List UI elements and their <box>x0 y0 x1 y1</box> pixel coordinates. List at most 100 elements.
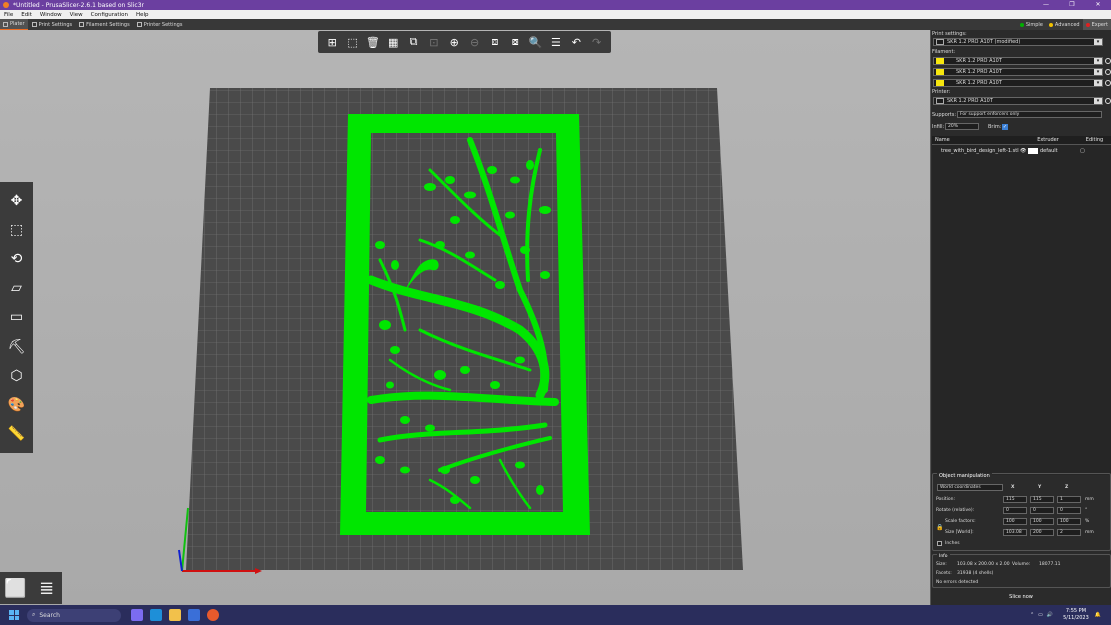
menu-file[interactable]: File <box>0 12 17 18</box>
start-button-icon[interactable] <box>9 610 19 620</box>
filament-select-1[interactable]: SKR 1.2 PRO A10T ▾ <box>933 57 1103 65</box>
scale-x-field[interactable]: 100 <box>1003 518 1027 525</box>
seam-paint-icon[interactable]: ⬡ <box>5 364 29 388</box>
add-instance-icon[interactable]: ⊕ <box>446 34 462 50</box>
measure-icon[interactable]: 📏 <box>5 422 29 446</box>
filament-settings-gear-icon[interactable] <box>1105 58 1111 64</box>
column-editing[interactable]: Editing <box>1078 137 1111 143</box>
split-parts-icon[interactable]: ⧇ <box>507 34 523 50</box>
file-explorer-icon[interactable] <box>169 609 181 621</box>
scale-icon[interactable]: ⬚ <box>5 218 29 242</box>
volume-icon[interactable]: 🔊 <box>1047 612 1053 618</box>
mode-advanced[interactable]: Advanced <box>1046 22 1083 28</box>
print-bed-scene <box>178 88 743 574</box>
minimize-button[interactable]: — <box>1033 0 1059 10</box>
delete-icon[interactable]: ⬚ <box>345 34 361 50</box>
support-paint-icon[interactable]: ⛏ <box>5 335 29 359</box>
infill-select[interactable]: 20% <box>945 123 979 130</box>
cut-icon[interactable]: ▭ <box>5 305 29 329</box>
size-x-field[interactable]: 103.08 <box>1003 529 1027 536</box>
store-icon[interactable] <box>188 609 200 621</box>
remove-instance-icon[interactable]: ⊖ <box>467 34 483 50</box>
taskbar-search[interactable]: ⌕ Search <box>27 608 121 622</box>
menu-edit[interactable]: Edit <box>17 12 36 18</box>
plater-icon <box>3 21 8 27</box>
position-y-field[interactable]: 115 <box>1030 496 1054 503</box>
infill-label: Infill: <box>932 124 945 130</box>
undo-icon[interactable]: ↶ <box>568 34 584 50</box>
edge-icon[interactable] <box>150 609 162 621</box>
rotate-icon[interactable]: ⟲ <box>5 247 29 271</box>
printer-profile-select[interactable]: SKR 1.2 PRO A10T ▾ <box>933 97 1103 105</box>
scale-z-field[interactable]: 100 <box>1057 518 1081 525</box>
3d-view-icon[interactable]: ⬜ <box>3 575 29 601</box>
copy-icon[interactable]: ⧉ <box>406 34 422 50</box>
notifications-icon[interactable]: 🔔 <box>1095 612 1101 618</box>
tab-bar: Plater Print Settings Filament Settings … <box>0 19 1111 30</box>
slice-now-button[interactable]: Slice now <box>931 590 1111 604</box>
preview-icon[interactable]: ≣ <box>34 575 60 601</box>
size-z-field[interactable]: 2 <box>1057 529 1081 536</box>
tab-print-settings[interactable]: Print Settings <box>29 19 76 30</box>
lock-icon[interactable]: 🔒 <box>936 524 943 531</box>
add-icon[interactable]: ⊞ <box>324 34 340 50</box>
mmu-paint-icon[interactable]: 🎨 <box>5 393 29 417</box>
object-list-header: Name Extruder Editing <box>932 136 1111 145</box>
close-button[interactable]: ✕ <box>1085 0 1111 10</box>
search-icon[interactable]: 🔍 <box>528 34 544 50</box>
filament-settings-gear-icon[interactable] <box>1105 69 1111 75</box>
mode-switcher: Simple Advanced Expert <box>1017 19 1111 30</box>
tab-filament-settings[interactable]: Filament Settings <box>76 19 133 30</box>
maximize-button[interactable]: ❐ <box>1059 0 1085 10</box>
rotate-label: Rotate (relative): <box>936 508 975 513</box>
filament-select-3[interactable]: SKR 1.2 PRO A10T ▾ <box>933 79 1103 87</box>
coordinate-system-select[interactable]: World coordinates <box>937 484 1003 491</box>
supports-select[interactable]: For support enforcers only <box>957 111 1102 118</box>
place-on-face-icon[interactable]: ▱ <box>5 276 29 300</box>
network-icon[interactable]: ▭ <box>1038 612 1043 618</box>
column-extruder[interactable]: Extruder <box>1018 137 1078 143</box>
mode-simple[interactable]: Simple <box>1017 22 1046 28</box>
column-name[interactable]: Name <box>932 137 1018 143</box>
edit-icon[interactable]: ▢ <box>1080 148 1090 154</box>
rotate-x-field[interactable]: 0 <box>1003 507 1027 514</box>
3d-viewport[interactable]: ⊞ ⬚ 🗑 ▦ ⧉ ⊡ ⊕ ⊖ ⧈ ⧇ 🔍 ☰ ↶ ↷ ✥ ⬚ ⟲ ▱ ▭ ⛏ … <box>0 30 930 605</box>
paste-icon[interactable]: ⊡ <box>426 34 442 50</box>
tab-plater[interactable]: Plater <box>0 19 28 30</box>
split-objects-icon[interactable]: ⧈ <box>487 34 503 50</box>
supports-label: Supports: <box>932 112 957 118</box>
printer-settings-gear-icon[interactable] <box>1105 98 1111 104</box>
size-y-field[interactable]: 200 <box>1030 529 1054 536</box>
clock[interactable]: 7:55 PM 5/11/2023 <box>1063 608 1089 622</box>
delete-all-icon[interactable]: 🗑 <box>365 34 381 50</box>
object-list[interactable] <box>932 145 1111 475</box>
tab-printer-settings[interactable]: Printer Settings <box>134 19 186 30</box>
layers-icon[interactable]: ☰ <box>548 34 564 50</box>
move-icon[interactable]: ✥ <box>5 189 29 213</box>
inches-checkbox[interactable] <box>937 541 942 546</box>
mode-expert[interactable]: Expert <box>1082 19 1111 30</box>
arrange-icon[interactable]: ▦ <box>385 34 401 50</box>
position-x-field[interactable]: 115 <box>1003 496 1027 503</box>
object-extruder[interactable]: default <box>1040 148 1080 154</box>
axis-y-label: Y <box>1038 485 1042 490</box>
object-row[interactable]: tree_with_bird_design_left-1.stl 👁 defau… <box>932 146 1111 155</box>
prusaslicer-taskbar-icon[interactable] <box>207 609 219 621</box>
print-profile-select[interactable]: SKR 1.2 PRO A10T (modified) ▾ <box>933 38 1103 46</box>
rotate-y-field[interactable]: 0 <box>1030 507 1054 514</box>
menu-help[interactable]: Help <box>132 12 153 18</box>
menu-configuration[interactable]: Configuration <box>87 12 132 18</box>
chevron-up-icon[interactable]: ⌃ <box>1030 612 1034 618</box>
redo-icon[interactable]: ↷ <box>589 34 605 50</box>
menu-view[interactable]: View <box>66 12 87 18</box>
eye-icon[interactable]: 👁 <box>1020 148 1028 154</box>
filament-select-2[interactable]: SKR 1.2 PRO A10T ▾ <box>933 68 1103 76</box>
menu-window[interactable]: Window <box>36 12 66 18</box>
position-z-field[interactable]: 1 <box>1057 496 1081 503</box>
print-settings-icon <box>31 22 37 27</box>
rotate-z-field[interactable]: 0 <box>1057 507 1081 514</box>
scale-y-field[interactable]: 100 <box>1030 518 1054 525</box>
teams-icon[interactable] <box>131 609 143 621</box>
filament-settings-gear-icon[interactable] <box>1105 80 1111 86</box>
brim-checkbox[interactable]: ✓ <box>1002 124 1008 130</box>
